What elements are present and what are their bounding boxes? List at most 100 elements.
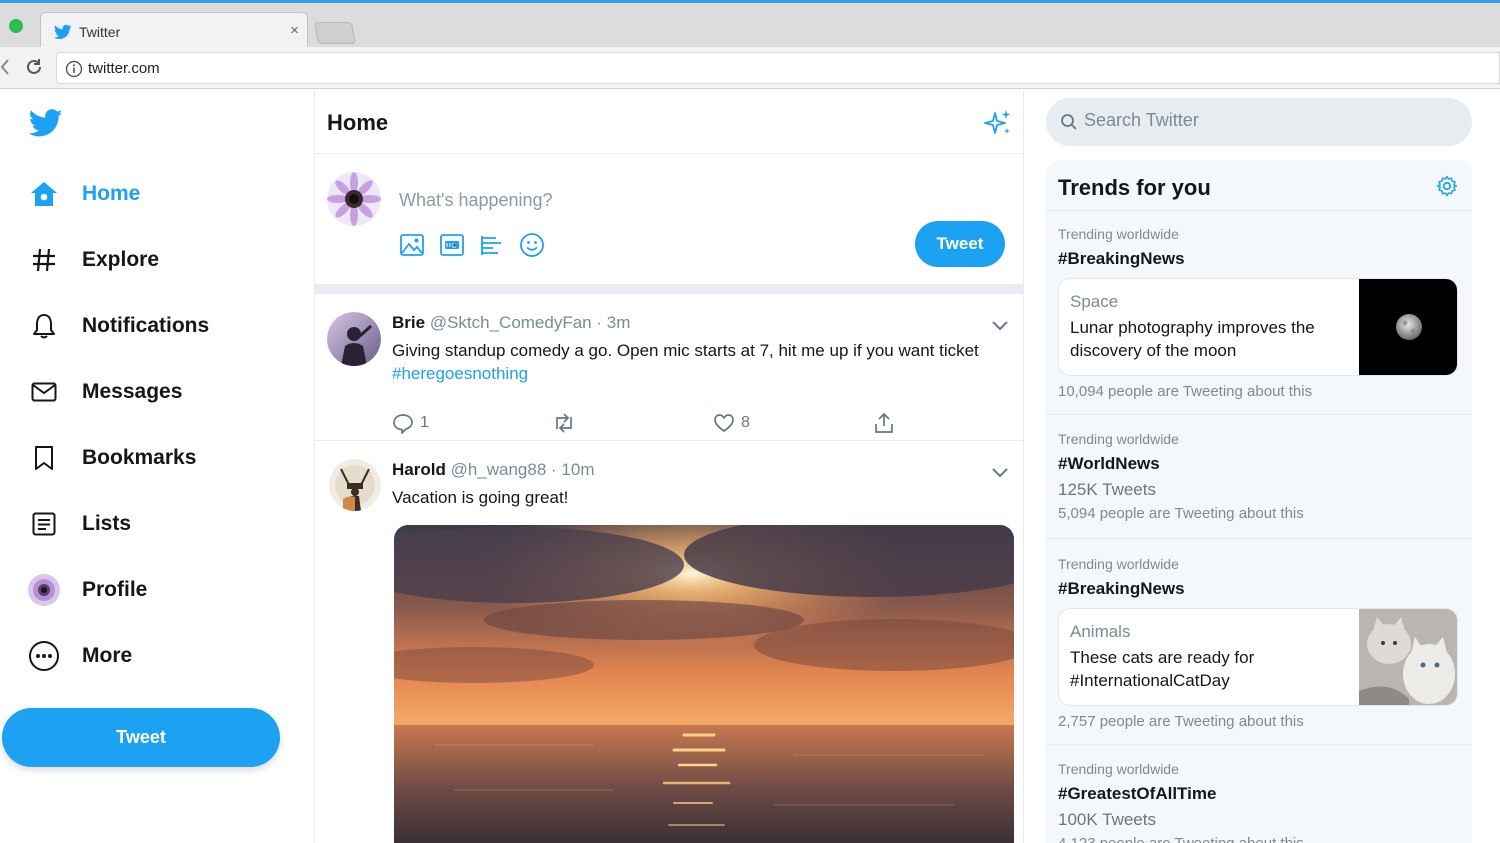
back-icon[interactable] bbox=[0, 58, 10, 76]
search-input[interactable] bbox=[1084, 110, 1454, 131]
reply-button[interactable]: 1 bbox=[392, 412, 429, 434]
like-button[interactable]: 8 bbox=[713, 412, 750, 434]
mail-icon bbox=[28, 376, 60, 408]
trends-separator bbox=[1046, 414, 1472, 415]
emoji-icon[interactable] bbox=[517, 230, 547, 260]
chevron-down-icon[interactable] bbox=[989, 314, 1011, 336]
trend-people-count: 5,094 people are Tweeting about this bbox=[1058, 505, 1304, 522]
right-sidebar: Trends for you Trending worldwide #Break… bbox=[1024, 90, 1500, 843]
tweet-media-image[interactable] bbox=[394, 525, 1014, 843]
tweet-item[interactable]: Harold @h_wang88 · 10m Vacation is going… bbox=[315, 441, 1023, 843]
search-box[interactable] bbox=[1046, 98, 1472, 146]
compose-tweet-button[interactable]: Tweet bbox=[915, 221, 1005, 267]
poll-icon[interactable] bbox=[477, 230, 507, 260]
trend-hashtag[interactable]: #BreakingNews bbox=[1058, 249, 1185, 269]
trend-people-count: 10,094 people are Tweeting about this bbox=[1058, 383, 1313, 400]
list-icon bbox=[28, 508, 60, 540]
tweet-header: Brie @Sktch_ComedyFan · 3m bbox=[392, 313, 631, 332]
trend-people-count: 4,123 people are Tweeting about this bbox=[1058, 835, 1304, 843]
trend-hashtag[interactable]: #BreakingNews bbox=[1058, 579, 1185, 599]
tweet-author-handle[interactable]: @h_wang88 bbox=[451, 460, 547, 479]
nav-item-explore[interactable]: Explore bbox=[28, 240, 159, 280]
tweet-author-name[interactable]: Brie bbox=[392, 313, 425, 332]
tweet-header: Harold @h_wang88 · 10m bbox=[392, 460, 595, 479]
gear-icon[interactable] bbox=[1436, 175, 1458, 197]
home-icon bbox=[28, 178, 60, 210]
share-icon bbox=[875, 412, 893, 433]
trend-hashtag[interactable]: #GreatestOfAllTime bbox=[1058, 784, 1216, 804]
nav-item-more[interactable]: More bbox=[28, 636, 132, 676]
reload-icon[interactable] bbox=[24, 57, 44, 77]
chevron-down-icon[interactable] bbox=[989, 461, 1011, 483]
tweet-author-name[interactable]: Harold bbox=[392, 460, 446, 479]
trend-news-card[interactable]: Space Lunar photography improves the dis… bbox=[1058, 278, 1458, 376]
nav-item-profile[interactable]: Profile bbox=[28, 570, 147, 610]
sparkle-icon[interactable] bbox=[983, 108, 1013, 138]
tweet-time[interactable]: 10m bbox=[561, 460, 594, 479]
gif-icon[interactable] bbox=[437, 230, 467, 260]
trend-news-card[interactable]: Animals These cats are ready for #Intern… bbox=[1058, 608, 1458, 706]
nav-label: Explore bbox=[82, 248, 160, 271]
nav-label: Bookmarks bbox=[82, 446, 197, 469]
trends-panel: Trends for you Trending worldwide #Break… bbox=[1046, 160, 1472, 843]
tweet-body: Giving standup comedy a go. Open mic sta… bbox=[392, 341, 979, 360]
trend-people-count: 2,757 people are Tweeting about this bbox=[1058, 713, 1304, 730]
image-icon[interactable] bbox=[397, 230, 427, 260]
trend-meta: Trending worldwide bbox=[1058, 556, 1179, 572]
tweet-time[interactable]: 3m bbox=[607, 313, 631, 332]
left-sidebar: Home Explore Notifications Messages Book… bbox=[0, 90, 314, 843]
avatar[interactable] bbox=[329, 459, 381, 511]
trend-meta: Trending worldwide bbox=[1058, 226, 1179, 242]
reply-count: 1 bbox=[420, 414, 429, 431]
trend-meta: Trending worldwide bbox=[1058, 761, 1179, 777]
nav-item-bookmarks[interactable]: Bookmarks bbox=[28, 438, 196, 478]
trends-separator bbox=[1046, 210, 1472, 211]
tweet-item[interactable]: Brie @Sktch_ComedyFan · 3m Giving standu… bbox=[315, 294, 1023, 441]
sunset-photo bbox=[394, 525, 1014, 843]
browser-tab[interactable]: Twitter × bbox=[40, 12, 308, 50]
retweet-button[interactable] bbox=[551, 412, 577, 434]
bookmark-icon bbox=[28, 442, 60, 474]
url-text: twitter.com bbox=[88, 60, 160, 77]
cats-thumbnail bbox=[1359, 609, 1457, 705]
moon-thumbnail bbox=[1359, 279, 1457, 375]
address-bar[interactable]: twitter.com bbox=[56, 52, 1500, 84]
reply-icon bbox=[393, 414, 413, 434]
nav-item-home[interactable]: Home bbox=[28, 174, 140, 214]
hashtag-link[interactable]: #heregoesnothing bbox=[392, 364, 528, 383]
tweet-button[interactable]: Tweet bbox=[2, 708, 280, 767]
tweet-author-handle[interactable]: @Sktch_ComedyFan bbox=[430, 313, 592, 332]
trend-hashtag[interactable]: #WorldNews bbox=[1058, 454, 1160, 474]
avatar[interactable] bbox=[327, 172, 381, 226]
card-category: Animals bbox=[1070, 622, 1131, 641]
nav-item-notifications[interactable]: Notifications bbox=[28, 306, 209, 346]
hash-icon bbox=[28, 244, 60, 276]
new-tab-button[interactable] bbox=[314, 22, 356, 44]
trend-tweet-count: 100K Tweets bbox=[1058, 810, 1156, 829]
compose-input[interactable] bbox=[399, 190, 899, 211]
profile-avatar bbox=[28, 574, 60, 606]
timeline-divider bbox=[315, 284, 1023, 294]
nav-label: Notifications bbox=[82, 314, 210, 337]
twitter-logo-icon[interactable] bbox=[26, 106, 66, 140]
info-icon[interactable] bbox=[65, 60, 83, 78]
heart-icon bbox=[714, 414, 734, 432]
window-maximize-dot[interactable] bbox=[9, 19, 23, 33]
tweet-composer: Tweet bbox=[315, 154, 1023, 284]
timeline-header: Home bbox=[315, 90, 1023, 154]
tweet-text: Vacation is going great! bbox=[392, 488, 569, 507]
nav-label: Messages bbox=[82, 380, 183, 403]
more-icon bbox=[28, 640, 60, 672]
nav-item-lists[interactable]: Lists bbox=[28, 504, 131, 544]
bell-icon bbox=[28, 310, 60, 342]
share-button[interactable] bbox=[873, 412, 895, 434]
nav-item-messages[interactable]: Messages bbox=[28, 372, 182, 412]
like-count: 8 bbox=[741, 414, 750, 431]
tab-close-icon[interactable]: × bbox=[290, 22, 299, 39]
search-icon bbox=[1061, 114, 1077, 130]
retweet-icon bbox=[556, 413, 572, 433]
twitter-bird-icon bbox=[53, 24, 72, 40]
nav-label: Home bbox=[82, 182, 141, 205]
tweet-text: Giving standup comedy a go. Open mic sta… bbox=[392, 339, 1002, 385]
avatar[interactable] bbox=[327, 312, 381, 366]
